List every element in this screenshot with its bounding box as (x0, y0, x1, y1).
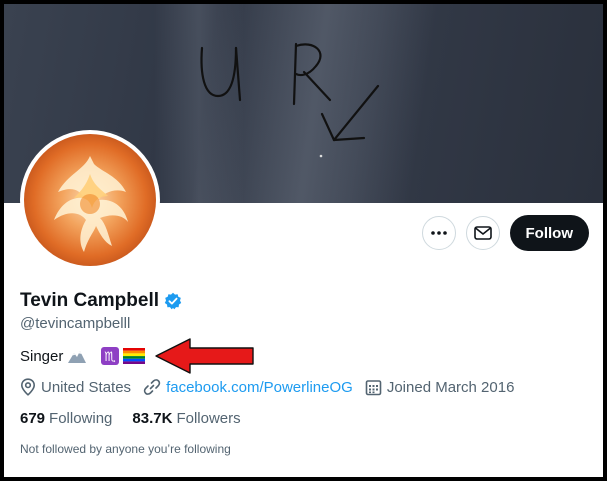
annotation-arrow (155, 338, 254, 374)
message-button[interactable] (465, 216, 500, 250)
join-date-text: Joined March 2016 (386, 378, 515, 396)
follow-button[interactable]: Follow (509, 215, 589, 251)
rainbow-flag-emoji-icon (123, 348, 146, 364)
followers-link[interactable]: 83.7K Followers (132, 410, 240, 427)
website[interactable]: facebook.com/PowerlineOG (143, 378, 353, 396)
profile-frame: Follow Tevin Campbell @tevincampbelll Si… (0, 0, 607, 481)
location-pin-icon (20, 378, 36, 396)
bio-text: Singer (20, 347, 64, 365)
username: @tevincampbelll (20, 315, 131, 332)
followers-label: Followers (176, 410, 241, 427)
following-link[interactable]: 679 Following (20, 410, 112, 427)
verified-badge-icon[interactable] (164, 292, 182, 310)
location: United States (20, 378, 131, 396)
mail-icon (473, 226, 492, 240)
website-link[interactable]: facebook.com/PowerlineOG (166, 379, 353, 396)
following-count: 679 (20, 410, 46, 427)
location-text: United States (41, 378, 132, 396)
name-row: Tevin Campbell (20, 290, 182, 312)
scorpio-emoji-icon: ♏ (101, 347, 120, 365)
phoenix-icon (54, 156, 128, 252)
followers-count: 83.7K (132, 410, 173, 427)
profile-meta: United States facebook.com/PowerlineOG J… (20, 378, 526, 396)
more-icon (430, 231, 447, 235)
avatar-image (24, 134, 156, 266)
calendar-icon (365, 379, 382, 395)
bio: Singer ♏ (20, 347, 146, 365)
display-name: Tevin Campbell (20, 290, 160, 311)
avatar[interactable] (20, 130, 160, 270)
svg-text:♏: ♏ (105, 350, 117, 365)
mountain-emoji-icon (68, 351, 87, 363)
following-label: Following (49, 410, 113, 427)
follow-counts: 679 Following 83.7K Followers (20, 410, 241, 427)
followed-by-text: Not followed by anyone you’re following (20, 442, 231, 456)
link-icon (143, 379, 161, 395)
more-button[interactable] (421, 216, 456, 250)
join-date: Joined March 2016 (365, 378, 515, 396)
profile-actions: Follow (421, 215, 589, 251)
